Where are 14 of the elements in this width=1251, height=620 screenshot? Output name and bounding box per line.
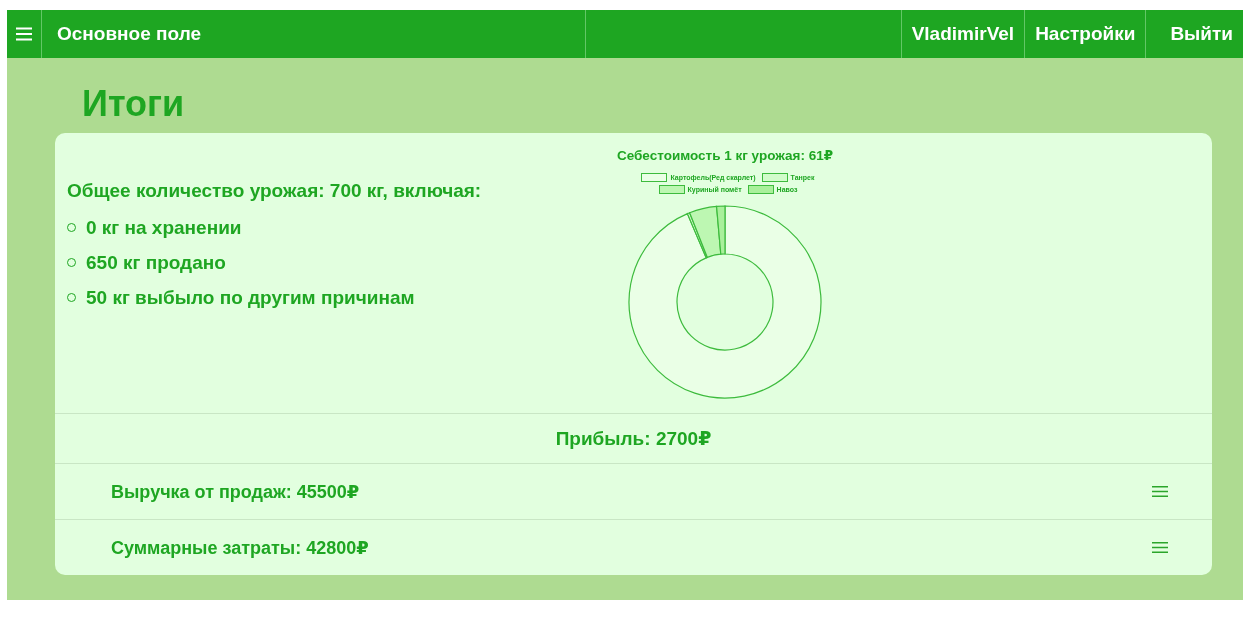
harvest-item: 650 кг продано <box>67 245 615 280</box>
harvest-item: 0 кг на хранении <box>67 210 615 245</box>
harvest-total: Общее количество урожая: 700 кг, включая: <box>67 180 483 202</box>
chart-title: Себестоимость 1 кг урожая: 61₽ <box>616 147 834 163</box>
details-menu-button[interactable] <box>1152 542 1168 553</box>
total-label: Суммарные затраты: 42800₽ <box>111 536 369 559</box>
total-label: Выручка от продаж: 45500₽ <box>111 480 360 503</box>
details-menu-button[interactable] <box>1152 486 1168 497</box>
menu-icon <box>1152 486 1168 497</box>
profit-total: Прибыль: 2700₽ <box>55 414 1212 464</box>
page-title: Итоги <box>81 82 186 126</box>
menu-icon <box>1152 542 1168 553</box>
harvest-item: 50 кг выбыло по другим причинам <box>67 280 615 315</box>
menu-icon <box>16 27 32 41</box>
